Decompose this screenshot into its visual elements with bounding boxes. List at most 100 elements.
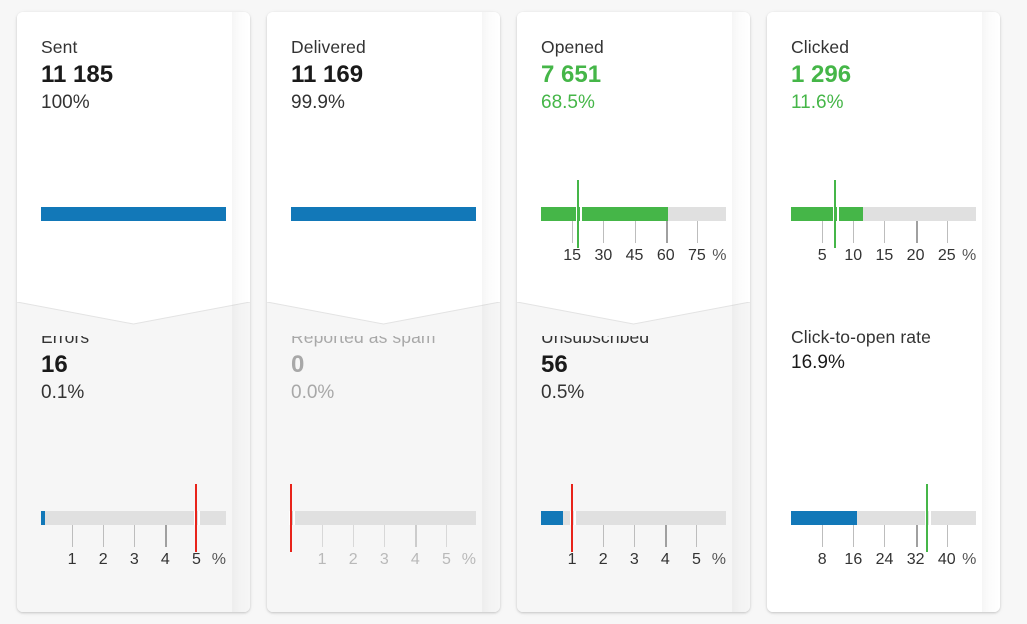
errors-target-marker xyxy=(195,484,198,552)
clicked-bullet-track xyxy=(791,207,976,221)
unsubscribed-axis-unit: % xyxy=(711,551,726,568)
unsubscribed-percent: 0.5% xyxy=(541,382,585,403)
sent-bullet-track xyxy=(41,207,226,221)
unsubscribed-bullet-track xyxy=(541,511,726,525)
reported-as-spam-axis-unit: % xyxy=(461,551,476,568)
unsubscribed-tick-3 xyxy=(634,525,636,547)
metrics-card-board: Sent 11 185 100% Errors 16 0.1% 1 2 3 4 5% Delivere… xyxy=(0,0,1027,624)
unsubscribed-tick-label-2: 2 xyxy=(598,551,608,568)
unsubscribed-tick-5 xyxy=(696,525,698,547)
sent-percent: 100% xyxy=(41,92,90,113)
opened-tick-label-75: 75 xyxy=(687,247,706,264)
errors-tick-label-2: 2 xyxy=(98,551,108,568)
opened-percent: 68.5% xyxy=(541,92,595,113)
clicked-tick-label-25: 25 xyxy=(937,247,956,264)
reported-as-spam-value: 0 xyxy=(291,351,305,378)
click-to-open-rate-tick-label-40: 40 xyxy=(937,551,956,568)
opened-bullet-value-bar xyxy=(541,207,668,221)
reported-as-spam-tick-label-3: 3 xyxy=(379,551,389,568)
clicked-bullet-chart: 5 10 15 20 25% xyxy=(791,180,976,276)
clicked-primary-section: Clicked 1 296 11.6% 5 10 15 20 25% xyxy=(767,12,1000,302)
reported-as-spam-target-marker xyxy=(290,484,292,552)
reported-as-spam-bullet-track xyxy=(291,511,476,525)
opened-bullet-tick-labels: 15 30 45 60 75% xyxy=(541,244,726,268)
reported-as-spam-bullet-tick-labels: 1 2 3 4 5% xyxy=(291,548,476,572)
opened-tick-45 xyxy=(634,221,636,243)
errors-tick-3 xyxy=(134,525,136,547)
click-to-open-rate-tick-label-32: 32 xyxy=(906,551,925,568)
sent-label: Sent xyxy=(41,37,78,57)
opened-primary-section: Opened 7 651 68.5% 15 30 45 60 75% xyxy=(517,12,750,302)
delivered-label: Delivered xyxy=(291,37,366,57)
opened-label: Opened xyxy=(541,37,604,57)
click-to-open-rate-tick-32 xyxy=(915,525,918,547)
clicked-axis-unit: % xyxy=(962,247,977,264)
click-to-open-rate-value: 16.9% xyxy=(791,352,845,373)
reported-as-spam-tick-1 xyxy=(322,525,324,547)
errors-tick-label-1: 1 xyxy=(67,551,77,568)
errors-tick-2 xyxy=(103,525,105,547)
errors-label: Errors xyxy=(41,327,90,347)
clicked-bullet-ticks xyxy=(791,221,976,243)
unsubscribed-bullet-value-bar xyxy=(541,511,564,525)
clicked-tick-5 xyxy=(822,221,824,243)
reported-as-spam-bullet-chart: 1 2 3 4 5% xyxy=(289,484,476,580)
clicked-tick-20 xyxy=(915,221,918,243)
reported-as-spam-tick-label-4: 4 xyxy=(410,551,420,568)
sent-bullet-value-bar xyxy=(41,207,226,221)
opened-axis-unit: % xyxy=(712,247,727,264)
clicked-secondary-section: Click-to-open rate 16.9% 8 16 24 32 40% xyxy=(767,302,1000,612)
unsubscribed-value: 56 xyxy=(541,351,568,378)
reported-as-spam-percent: 0.0% xyxy=(291,382,335,403)
clicked-bullet-value-bar xyxy=(791,207,864,221)
opened-value: 7 651 xyxy=(541,61,602,88)
opened-bullet-chart: 15 30 45 60 75% xyxy=(541,180,726,276)
click-to-open-rate-bullet-ticks xyxy=(791,525,976,547)
click-to-open-rate-target-marker xyxy=(926,484,929,552)
clicked-tick-label-20: 20 xyxy=(906,247,925,264)
unsubscribed-label: Unsubscribed xyxy=(541,327,650,347)
clicked-tick-10 xyxy=(853,221,855,243)
opened-tick-60 xyxy=(665,221,668,243)
opened-bullet-ticks xyxy=(541,221,726,243)
unsubscribed-tick-label-3: 3 xyxy=(629,551,639,568)
clicked-target-marker xyxy=(833,180,836,248)
click-to-open-rate-tick-label-16: 16 xyxy=(844,551,863,568)
errors-tick-4 xyxy=(165,525,168,547)
unsubscribed-tick-4 xyxy=(665,525,668,547)
reported-as-spam-tick-label-1: 1 xyxy=(317,551,327,568)
opened-tick-15 xyxy=(572,221,574,243)
metric-card-opened: Opened 7 651 68.5% 15 30 45 60 75% Unsubscribed 5… xyxy=(517,12,750,612)
errors-tick-label-3: 3 xyxy=(129,551,139,568)
reported-as-spam-tick-3 xyxy=(384,525,386,547)
reported-as-spam-tick-5 xyxy=(446,525,448,547)
opened-tick-label-60: 60 xyxy=(656,247,675,264)
sent-primary-section: Sent 11 185 100% xyxy=(17,12,250,302)
clicked-tick-label-15: 15 xyxy=(875,247,894,264)
opened-target-marker xyxy=(577,180,580,248)
delivered-bullet-chart xyxy=(291,180,476,276)
click-to-open-rate-axis-unit: % xyxy=(962,551,977,568)
sent-bullet-chart xyxy=(41,180,226,276)
reported-as-spam-tick-2 xyxy=(353,525,355,547)
errors-bullet-ticks xyxy=(41,525,226,547)
reported-as-spam-bullet-ticks xyxy=(291,525,476,547)
delivered-primary-section: Delivered 11 169 99.9% xyxy=(267,12,500,302)
reported-as-spam-label: Reported as spam xyxy=(291,327,436,347)
errors-tick-1 xyxy=(72,525,74,547)
click-to-open-rate-tick-24 xyxy=(884,525,886,547)
reported-as-spam-tick-4 xyxy=(415,525,418,547)
errors-axis-unit: % xyxy=(211,551,226,568)
sent-value: 11 185 xyxy=(41,61,114,88)
opened-bullet-track xyxy=(541,207,726,221)
click-to-open-rate-bullet-chart: 8 16 24 32 40% xyxy=(791,484,976,580)
opened-tick-label-30: 30 xyxy=(594,247,613,264)
clicked-percent: 11.6% xyxy=(791,92,844,113)
delivered-value: 11 169 xyxy=(291,61,364,88)
delivered-secondary-section: Reported as spam 0 0.0% 1 2 3 4 5% xyxy=(267,302,500,612)
errors-value: 16 xyxy=(41,351,68,378)
clicked-tick-label-5: 5 xyxy=(817,247,827,264)
unsubscribed-tick-label-5: 5 xyxy=(692,551,701,568)
click-to-open-rate-tick-label-8: 8 xyxy=(817,551,827,568)
opened-tick-75 xyxy=(696,221,698,243)
